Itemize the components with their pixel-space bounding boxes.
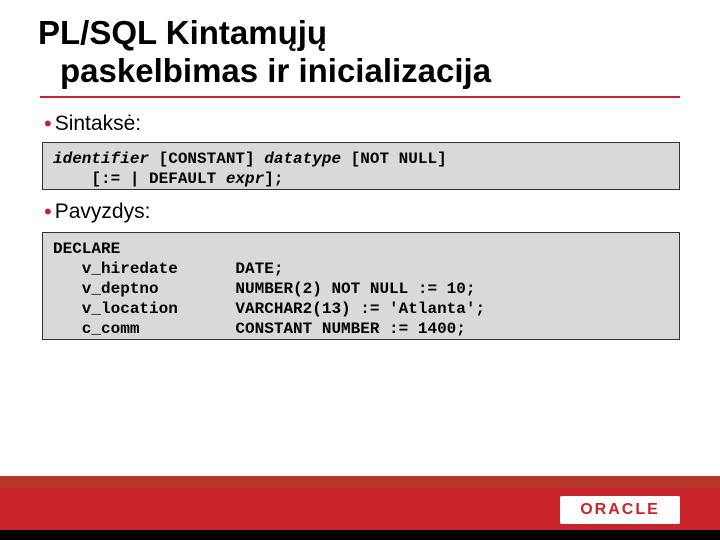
code-example-box: DECLARE v_hiredate DATE; v_deptno NUMBER… (42, 232, 680, 340)
code-example-text: DECLARE v_hiredate DATE; v_deptno NUMBER… (53, 240, 485, 338)
title-underline (40, 96, 680, 98)
bullet-example-label: Pavyzdys: (55, 200, 151, 223)
code-syntax-seg4: [NOT NULL] (341, 150, 447, 168)
slide: PL/SQL Kintamųjų paskelbimas ir iniciali… (0, 0, 720, 540)
code-syntax-seg2: [CONSTANT] (149, 150, 264, 168)
bullet-syntax: •Sintaksė: (44, 110, 141, 136)
code-syntax-datatype: datatype (264, 150, 341, 168)
title-line-2: paskelbimas ir inicializacija (38, 52, 690, 90)
slide-title: PL/SQL Kintamųjų paskelbimas ir iniciali… (38, 14, 690, 90)
code-syntax-identifier: identifier (53, 150, 149, 168)
oracle-logo-text: ORACLE (580, 501, 660, 519)
code-syntax-line2a: [:= | DEFAULT (53, 170, 226, 188)
bullet-syntax-label: Sintaksė: (55, 112, 141, 135)
code-syntax-line2b: ]; (264, 170, 283, 188)
bullet-dot-icon: • (44, 111, 52, 136)
title-line-1: PL/SQL Kintamųjų (38, 14, 327, 51)
footer-bar: ORACLE (0, 476, 720, 540)
bullet-dot-icon: • (44, 199, 52, 224)
oracle-logo: ORACLE (560, 496, 680, 524)
code-syntax-box: identifier [CONSTANT] datatype [NOT NULL… (42, 142, 680, 190)
footer-stripe-bottom (0, 530, 720, 540)
footer-stripe-top (0, 476, 720, 488)
bullet-example: •Pavyzdys: (44, 198, 150, 224)
code-syntax-expr: expr (226, 170, 264, 188)
